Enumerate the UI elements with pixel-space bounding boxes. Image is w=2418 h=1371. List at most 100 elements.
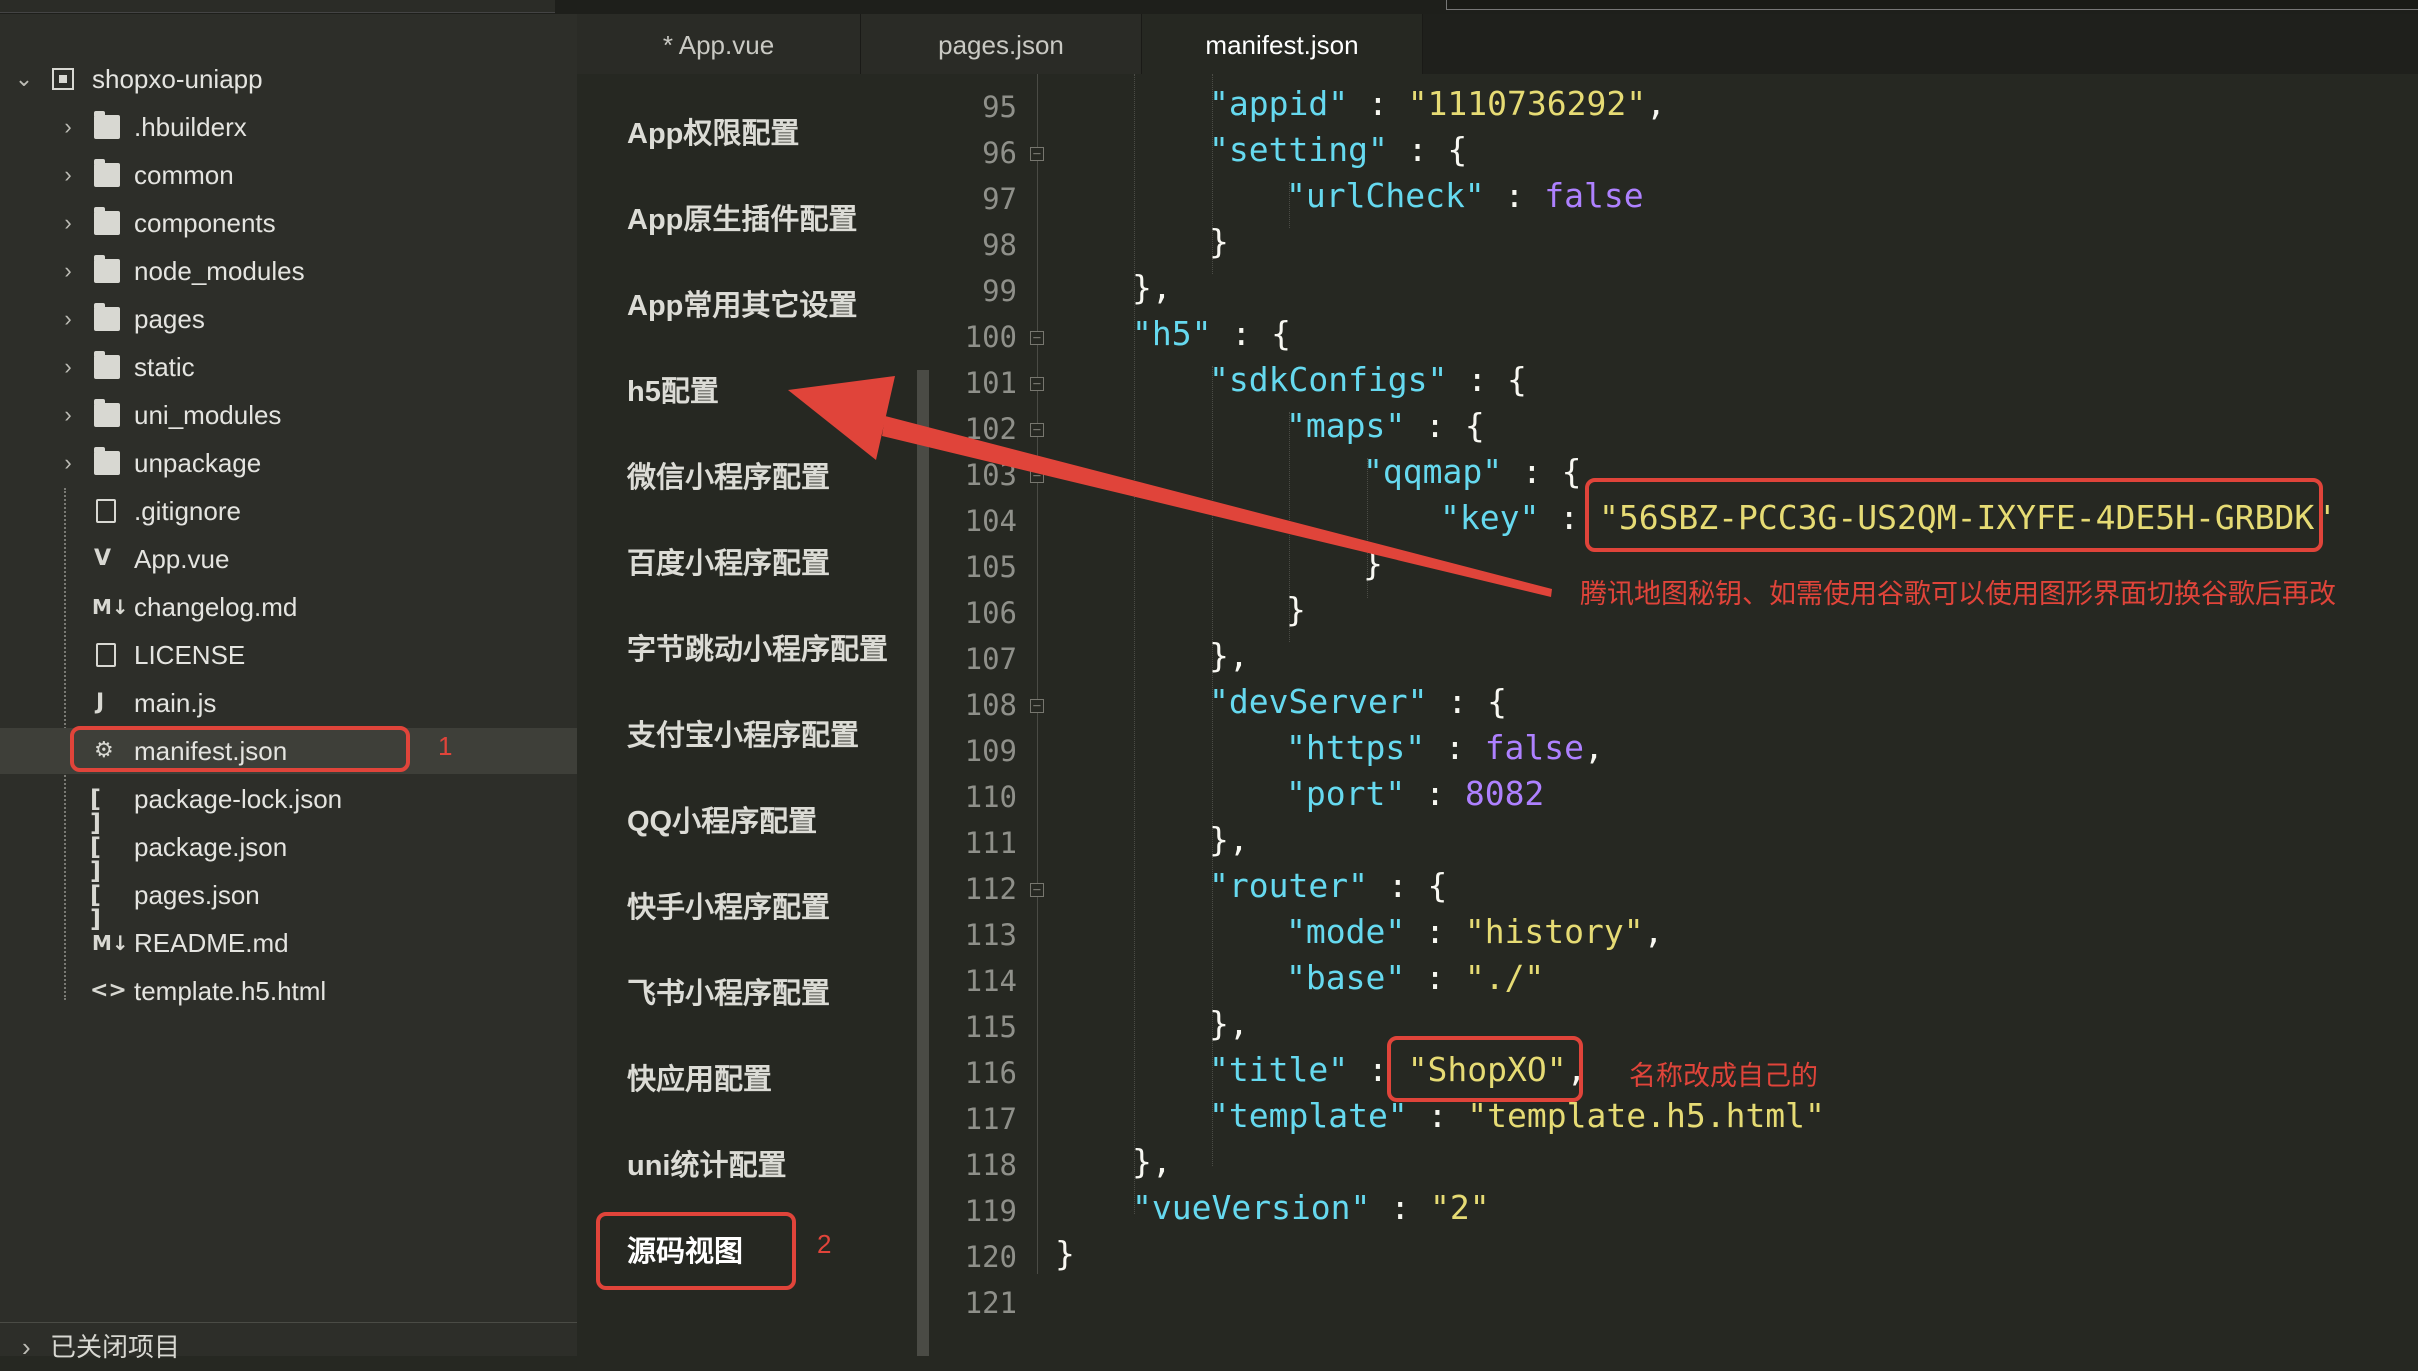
tree-item-node-modules[interactable]: › node_modules [0,248,577,294]
json-key: "router" [1209,866,1368,905]
top-bar [0,0,2418,14]
tree-item-unpackage[interactable]: › unpackage [0,440,577,486]
json-key: "qqmap" [1363,452,1503,491]
code-line-97: "urlCheck" : false [1286,176,1644,215]
nav-kuaishou-mp[interactable]: 快手小程序配置 [627,884,830,926]
tab-pages-json[interactable]: pages.json [861,14,1142,74]
indent-guide [1212,366,1213,1166]
line-number: 99 [982,274,1017,308]
line-number: 98 [982,228,1017,262]
folder-icon [94,303,120,331]
annotation-title-note: 名称改成自己的 [1629,1061,1818,1092]
tree-item-package-lock[interactable]: [ ] package-lock.json [0,776,577,835]
code-line-100: "h5" : { [1132,314,1291,353]
chevron-right-icon[interactable]: › [22,1323,31,1371]
tree-item-gitignore[interactable]: .gitignore [0,488,577,534]
tree-item-package-json[interactable]: [ ] package.json [0,824,577,883]
folder-icon [94,447,120,475]
nav-app-native-plugins[interactable]: App原生插件配置 [627,196,857,238]
line-number: 109 [964,734,1017,768]
json-string: "history" [1464,912,1644,951]
chevron-right-icon[interactable]: › [58,440,78,486]
annotation-box-manifest [70,726,410,772]
line-number: 108 [964,688,1017,722]
json-key: "setting" [1209,130,1388,169]
closed-projects[interactable]: › 已关闭项目 [0,1322,577,1371]
code-editor[interactable]: 95 96 97 98 99 100 101 102 103 104 105 1… [937,74,2418,1356]
tree-item-app-vue[interactable]: V App.vue [0,536,577,582]
chevron-right-icon[interactable]: › [58,392,78,438]
nav-app-permissions[interactable]: App权限配置 [627,110,799,152]
tree-item-pages[interactable]: › pages [0,296,577,342]
tree-item-label: App.vue [134,544,230,574]
json-key: "title" [1209,1050,1349,1089]
nav-baidu-mp[interactable]: 百度小程序配置 [627,540,830,582]
code-line-114: "base" : "./" [1286,958,1545,997]
fold-toggle-icon[interactable]: − [1030,331,1044,345]
tab-manifest-json[interactable]: manifest.json [1142,14,1423,74]
folder-icon [94,399,120,427]
nav-h5-config[interactable]: h5配置 [627,368,719,410]
top-bar-left [0,0,555,13]
project-explorer: ⌄ shopxo-uniapp › .hbuilderx › common › … [0,14,577,1362]
chevron-right-icon[interactable]: › [58,248,78,294]
tree-item-hbuilderx[interactable]: › .hbuilderx [0,104,577,150]
fold-toggle-icon[interactable]: − [1030,147,1044,161]
tree-item-main-js[interactable]: J main.js [0,680,577,726]
line-number: 100 [964,320,1017,354]
code-line-109: "https" : false, [1286,728,1604,767]
json-literal: false [1484,728,1585,767]
nav-app-other-settings[interactable]: App常用其它设置 [627,282,857,324]
line-number: 110 [964,780,1017,814]
fold-toggle-icon[interactable]: − [1030,699,1044,713]
nav-alipay-mp[interactable]: 支付宝小程序配置 [627,712,859,754]
nav-feishu-mp[interactable]: 飞书小程序配置 [627,970,830,1012]
tree-item-components[interactable]: › components [0,200,577,246]
line-number: 116 [964,1056,1017,1090]
code-line-98: } [1209,222,1229,261]
json-key: "h5" [1132,314,1212,353]
tab-app-vue[interactable]: * App.vue [577,14,861,74]
tree-item-pages-json[interactable]: [ ] pages.json [0,872,577,931]
tree-item-label: template.h5.html [134,976,327,1006]
fold-toggle-icon[interactable]: − [1030,469,1044,483]
nav-uni-stat[interactable]: uni统计配置 [627,1142,787,1184]
manifest-settings-nav: App权限配置 App原生插件配置 App常用其它设置 h5配置 微信小程序配置… [577,74,937,1356]
fold-toggle-icon[interactable]: − [1030,423,1044,437]
chevron-right-icon[interactable]: › [58,344,78,390]
chevron-right-icon[interactable]: › [58,152,78,198]
project-root[interactable]: ⌄ shopxo-uniapp [0,56,577,102]
json-key: "appid" [1209,84,1349,123]
annotation-box-qqmap-key [1585,478,2323,552]
nav-quickapp[interactable]: 快应用配置 [627,1056,772,1098]
tree-item-label: static [134,352,195,382]
code-line-107: }, [1209,636,1249,675]
chevron-right-icon[interactable]: › [58,200,78,246]
line-number: 114 [964,964,1017,998]
tree-item-static[interactable]: › static [0,344,577,390]
code-line-112: "router" : { [1209,866,1448,905]
nav-qq-mp[interactable]: QQ小程序配置 [627,798,817,840]
fold-toggle-icon[interactable]: − [1030,377,1044,391]
markdown-file-icon: M↓ [92,595,129,619]
line-number: 96 [982,136,1017,170]
code-line-113: "mode" : "history", [1286,912,1664,951]
nav-toutiao-mp[interactable]: 字节跳动小程序配置 [627,626,888,668]
vue-file-icon: V [94,546,112,571]
settings-nav-scrollbar[interactable] [917,370,929,1356]
tree-item-uni-modules[interactable]: › uni_modules [0,392,577,438]
chevron-right-icon[interactable]: › [58,104,78,150]
chevron-down-icon[interactable]: ⌄ [14,56,34,102]
fold-toggle-icon[interactable]: − [1030,883,1044,897]
tree-item-label: common [134,160,234,190]
file-icon [96,643,116,667]
tree-item-license[interactable]: LICENSE [0,632,577,678]
line-number: 118 [964,1148,1017,1182]
tree-item-common[interactable]: › common [0,152,577,198]
tree-item-changelog[interactable]: M↓ changelog.md [0,584,577,630]
json-literal: false [1544,176,1644,215]
tree-item-template-html[interactable]: <> template.h5.html [0,968,577,1014]
chevron-right-icon[interactable]: › [58,296,78,342]
nav-weixin-mp[interactable]: 微信小程序配置 [627,454,830,496]
tree-item-readme[interactable]: M↓ README.md [0,920,577,966]
